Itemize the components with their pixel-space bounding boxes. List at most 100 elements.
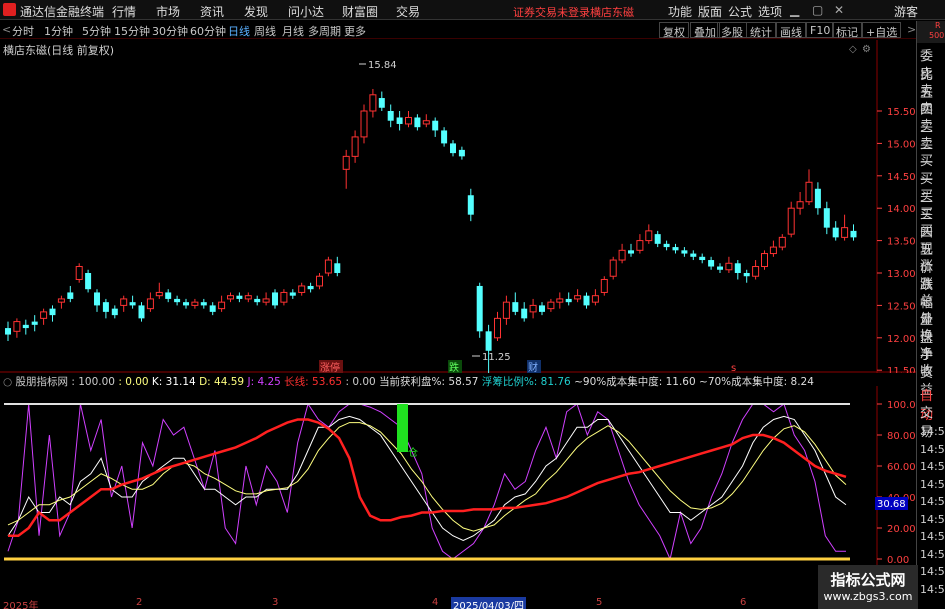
axis-m4: 4 xyxy=(432,597,439,608)
menu-zixun[interactable]: 资讯 xyxy=(200,3,224,20)
candle-body xyxy=(138,305,145,319)
candle-body xyxy=(663,243,670,248)
fuquan-button[interactable]: 复权 xyxy=(659,22,689,39)
axis-m6: 6 xyxy=(740,597,747,608)
date-axis: 2025年 2 3 4 2025/04/03/四 5 6 xyxy=(0,597,880,609)
candle-body xyxy=(494,317,501,339)
diejia-button[interactable]: 叠加 xyxy=(690,22,720,39)
candle-body xyxy=(690,253,697,257)
menu-faxian[interactable]: 发现 xyxy=(244,3,268,20)
candle-body xyxy=(209,305,216,312)
candle-body xyxy=(681,250,688,254)
tab-zhouxian[interactable]: 周线 xyxy=(254,23,276,39)
candle-body xyxy=(120,298,128,306)
candle-body xyxy=(699,256,706,261)
tab-duozhouqi[interactable]: 多周期 xyxy=(308,23,341,39)
candle-body xyxy=(591,295,599,303)
toolbar-prev-icon[interactable]: < xyxy=(2,23,11,36)
candle-body xyxy=(539,305,545,312)
tab-30min[interactable]: 30分钟 xyxy=(152,23,188,39)
tab-60min[interactable]: 60分钟 xyxy=(190,23,226,39)
candle-body xyxy=(654,234,661,244)
menu-xuanxiang[interactable]: 选项 xyxy=(758,3,782,20)
f10-button[interactable]: F10 xyxy=(806,22,835,38)
candle-body xyxy=(814,188,821,209)
candle-body xyxy=(467,195,474,215)
candle-body xyxy=(31,321,38,325)
candle-body xyxy=(342,155,350,170)
menu-jiaoyi[interactable]: 交易 xyxy=(396,3,420,20)
candle-body xyxy=(227,295,234,300)
candle-body xyxy=(244,295,252,300)
tab-1min[interactable]: 1分钟 xyxy=(44,23,73,39)
candle-body xyxy=(485,331,492,351)
tab-5min[interactable]: 5分钟 xyxy=(82,23,111,39)
huaxian-button[interactable]: 画线 xyxy=(776,22,806,39)
tab-15min[interactable]: 15分钟 xyxy=(114,23,150,39)
tab-fenshi[interactable]: 分时 xyxy=(12,23,34,39)
candle-body xyxy=(22,324,29,329)
candle-body xyxy=(111,308,118,316)
zhangting-marker: 涨停 xyxy=(320,361,340,373)
candle-body xyxy=(414,117,421,128)
candle-body xyxy=(272,292,278,306)
kline-chart[interactable]: 15.50 15.00 14.50 14.00 13.50 13.00 12.50 12.00… xyxy=(0,40,916,373)
candle-body xyxy=(556,298,564,303)
menu-youke[interactable]: 游客 xyxy=(894,3,918,20)
candle-body xyxy=(645,230,653,242)
die-marker: 跌 xyxy=(449,361,459,373)
price-tick-label: 15.00 xyxy=(887,139,916,150)
settings-icon: ⚙ xyxy=(862,44,871,55)
menu-shichang[interactable]: 市场 xyxy=(156,3,180,20)
candle-body xyxy=(832,227,839,238)
candle-body xyxy=(628,250,634,254)
menu-banmian[interactable]: 版面 xyxy=(698,3,722,20)
candle-body xyxy=(387,111,394,121)
login-status[interactable]: 证券交易未登录 xyxy=(513,4,590,20)
restore-icon[interactable]: ▢ xyxy=(812,3,823,17)
tab-rixian[interactable]: 日线 xyxy=(228,23,250,39)
candle-body xyxy=(805,181,813,203)
candle-body xyxy=(512,302,519,312)
tick-time: 14:56 xyxy=(920,530,945,543)
add-favorite-button[interactable]: +自选 xyxy=(862,22,902,39)
current-value-label: 30.68 xyxy=(877,499,906,510)
menu-gongneng[interactable]: 功能 xyxy=(668,3,692,20)
biaoji-button[interactable]: 标记 xyxy=(832,22,862,39)
price-tick-label: 14.00 xyxy=(887,204,916,215)
indicator-chart[interactable]: 100.0080.0060.0040.0020.000.00 仓 30.68 xyxy=(0,386,916,597)
candle-body xyxy=(102,302,109,312)
menu-hangqing[interactable]: 行情 xyxy=(112,3,136,20)
menu-caifuquan[interactable]: 财富圈 xyxy=(342,3,378,20)
menu-gongshi[interactable]: 公式 xyxy=(728,3,752,20)
duogu-button[interactable]: 多股 xyxy=(717,22,747,39)
candle-body xyxy=(405,116,412,125)
axis-year: 2025年 xyxy=(3,601,39,609)
tick-time: 14:56 xyxy=(920,442,945,456)
tab-gengduo[interactable]: 更多 xyxy=(344,23,366,39)
toolbar-next-icon[interactable]: > xyxy=(907,23,916,36)
candle-body xyxy=(146,298,154,310)
candle-body xyxy=(396,117,403,124)
candle-body xyxy=(254,298,261,303)
minimize-icon[interactable]: ▁ xyxy=(790,3,799,17)
cai-marker: 财 xyxy=(528,361,538,373)
close-icon[interactable]: ✕ xyxy=(834,3,844,17)
candle-body xyxy=(823,208,830,228)
candle-body xyxy=(57,298,65,303)
candle-body xyxy=(787,207,795,235)
tab-yuexian[interactable]: 月线 xyxy=(282,23,304,39)
price-tick-label: 14.50 xyxy=(887,172,916,183)
tick-time: 14:56 xyxy=(920,477,945,491)
candle-body xyxy=(734,263,741,273)
axis-m5: 5 xyxy=(596,597,603,608)
candle-body xyxy=(5,328,11,335)
tick-time: 14:56 xyxy=(920,460,945,473)
candle-body xyxy=(717,266,723,270)
tick-time: 14:56 xyxy=(920,495,945,508)
menu-wenxiaoda[interactable]: 问小达 xyxy=(288,3,324,20)
tongji-button[interactable]: 统计 xyxy=(746,22,776,39)
candle-body xyxy=(94,292,100,306)
candle-body xyxy=(521,308,528,319)
axis-m2: 2 xyxy=(136,597,143,608)
